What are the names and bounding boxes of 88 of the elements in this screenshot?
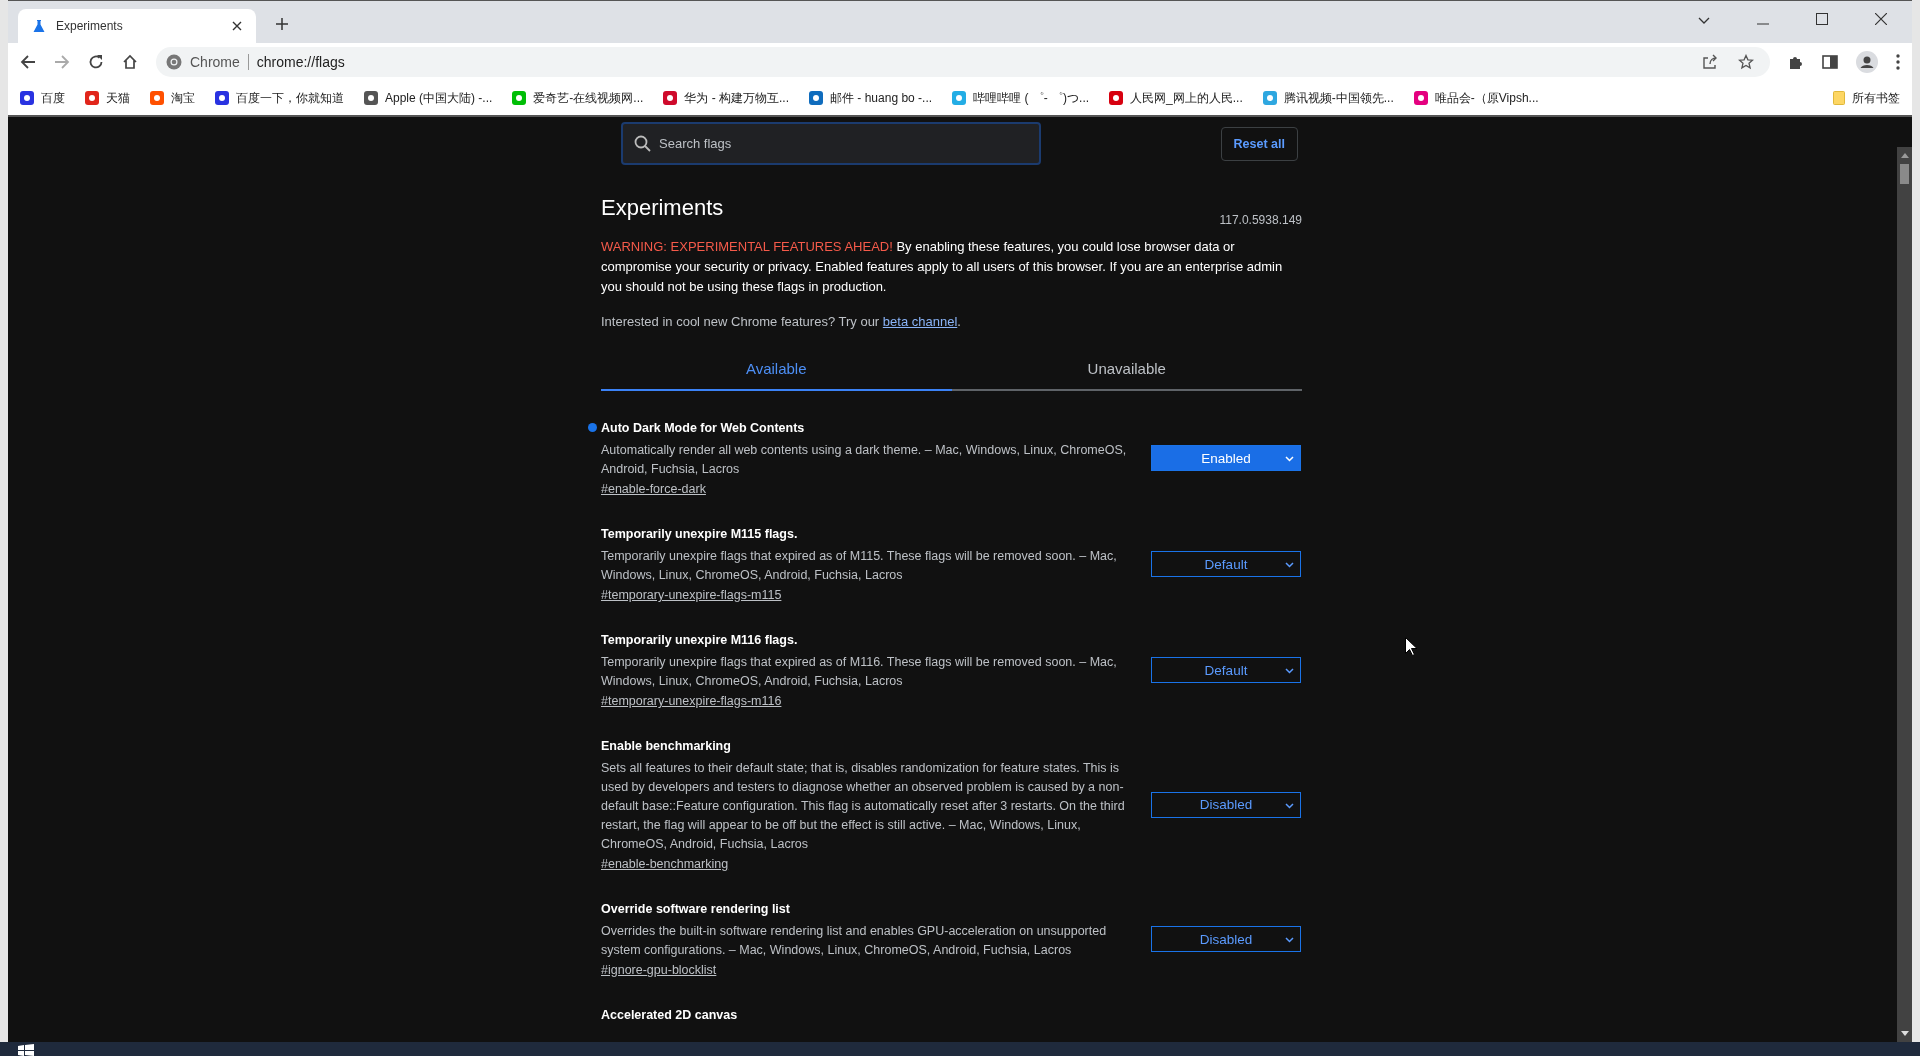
scroll-up-icon[interactable] [1900,153,1909,158]
flag-title: Override software rendering list [601,901,791,918]
folder-icon [1833,91,1845,105]
bookmark-item[interactable]: Apple (中国大陆) -... [364,89,493,107]
scroll-thumb[interactable] [1900,164,1909,184]
bookmark-item[interactable]: 人民网_网上的人民... [1109,89,1243,107]
flag-link[interactable]: #enable-force-dark [601,482,706,496]
bookmark-item[interactable]: 华为 - 构建万物互... [663,89,790,107]
flag-link[interactable]: #enable-benchmarking [601,857,729,871]
chevron-down-icon [1285,937,1294,943]
plus-icon[interactable] [276,18,288,30]
close-icon[interactable] [1875,13,1887,25]
chevron-down-icon [1285,456,1294,462]
close-icon[interactable] [232,21,242,31]
chrome-icon [166,54,182,70]
page-title: Experiments [601,195,724,221]
flag-title: Temporarily unexpire M116 flags. [601,632,799,649]
bookmark-item[interactable]: 百度一下，你就知道 [215,89,344,107]
flag-description: Sets all features to their default state; that is, disables randomization for feature states. This is used by developers and testers to diagnose whether an observed problem is caused by a non-default base::Feature configuration. This flag is automatically reset after 3 restarts. On the third restart, the flag will appear to be off but the effect is still active. – Mac, Windows, Linux, ChromeOS, Android, Fuchsia, Lacros [601,760,1126,853]
flag-dropdown[interactable]: Default [1151,657,1301,683]
bookmark-item[interactable]: 邮件 - huang bo -... [809,89,933,107]
beta-channel-text: Interested in cool new Chrome features? Try our beta channel. [601,314,962,329]
flag-dropdown[interactable]: Default [1151,551,1301,577]
flag-dropdown[interactable]: Disabled [1151,926,1301,952]
windows-icon[interactable] [18,1044,34,1056]
side-panel-icon[interactable] [1822,54,1838,70]
site-icon [150,91,164,105]
tab[interactable]: Unavailable [951,347,1302,391]
site-icon [215,91,229,105]
flag-title: Temporarily unexpire M115 flags. [601,526,799,543]
chevron-down-icon [1285,668,1294,674]
version-text: 117.0.5938.149 [1219,213,1302,227]
bookmark-item[interactable]: 百度 [20,89,65,107]
search-field[interactable]: Search flags [621,122,1041,165]
flag-dropdown[interactable]: Disabled [1151,791,1301,818]
chevron-down-icon [1285,562,1294,568]
share-icon[interactable] [1702,54,1718,70]
scrollbar[interactable] [1897,147,1912,1042]
tab-title: Experiments [56,19,124,33]
bookmark-item[interactable]: 唯品会-（原Vipsh... [1413,89,1539,107]
menu-icon[interactable] [1896,54,1900,70]
browser-tab[interactable]: Experiments [18,9,256,43]
home-icon[interactable] [122,54,138,70]
flag-title: Accelerated 2D canvas [601,1007,739,1024]
site-icon [1109,91,1124,105]
puzzle-icon[interactable] [1788,54,1804,70]
bookmark-folder[interactable]: 所有书签 [1833,89,1900,107]
address-bar[interactable]: Chrome chrome://flags [156,47,1770,77]
bookmark-item[interactable]: 腾讯视频-中国领先... [1262,89,1394,107]
flag-description: Overrides the built-in software rendering list and enables GPU-acceleration on unsupported system configurations. – Mac, Windows, Linux, ChromeOS, Android, Fuchsia, Lacros [601,923,1108,959]
site-icon [952,91,967,105]
flag-title: Enable benchmarking [601,738,732,755]
site-icon [364,91,378,105]
bookmark-item[interactable]: 淘宝 [150,89,195,107]
site-name: Chrome [190,54,240,70]
search-icon [634,135,651,152]
star-icon[interactable] [1738,54,1754,70]
chevron-down-icon [1285,802,1294,809]
reset-all-button[interactable]: Reset all [1220,126,1298,161]
scroll-down-icon[interactable] [1900,1031,1909,1036]
site-icon [20,91,34,105]
site-icon [1262,91,1277,105]
flag-description: Temporarily unexpire flags that expired as of M115. These flags will be removed soon. – Mac, Windows, Linux, ChromeOS, Android, Fuchsia, Lacros [601,548,1118,584]
flask-icon [32,19,46,33]
warning-text: WARNING: EXPERIMENTAL FEATURES AHEAD! By enabling these features, you could lose browser data or compromise your security or privacy. Enabled features apply to all users of this browser. If you are an enterprise admin you should not be using these flags in production. [601,238,1284,296]
site-icon [663,91,678,105]
flag-description: Automatically render all web contents using a dark theme. – Mac, Windows, Linux, ChromeOS, Android, Fuchsia, Lacros [601,442,1128,478]
chevron-down-icon[interactable] [1698,17,1710,25]
maximize-icon[interactable] [1816,13,1828,25]
tab[interactable]: Available [601,347,952,391]
flag-link[interactable]: #ignore-gpu-blocklist [601,963,717,977]
site-icon [1413,91,1428,105]
bookmark-item[interactable]: 天猫 [85,89,130,107]
bookmark-item[interactable]: 哔哩哔哩 ( ゜- ゜)つ... [952,89,1090,107]
site-icon [512,91,527,105]
url-text: chrome://flags [256,54,345,70]
flag-link[interactable]: #temporary-unexpire-flags-m116 [601,694,782,708]
avatar-icon[interactable] [1856,51,1878,73]
bookmark-item[interactable]: 爱奇艺-在线视频网... [512,89,644,107]
flag-description: Temporarily unexpire flags that expired as of M116. These flags will be removed soon. – Mac, Windows, Linux, ChromeOS, Android, Fuchsia, Lacros [601,654,1118,690]
back-icon[interactable] [20,54,36,70]
flag-dropdown[interactable]: Enabled [1151,445,1301,471]
cursor-icon [1405,637,1417,656]
reload-icon[interactable] [88,54,104,70]
flag-title: Auto Dark Mode for Web Contents [601,419,1141,437]
site-icon [809,91,824,105]
site-icon [85,91,99,105]
flag-link[interactable]: #temporary-unexpire-flags-m115 [601,588,782,602]
